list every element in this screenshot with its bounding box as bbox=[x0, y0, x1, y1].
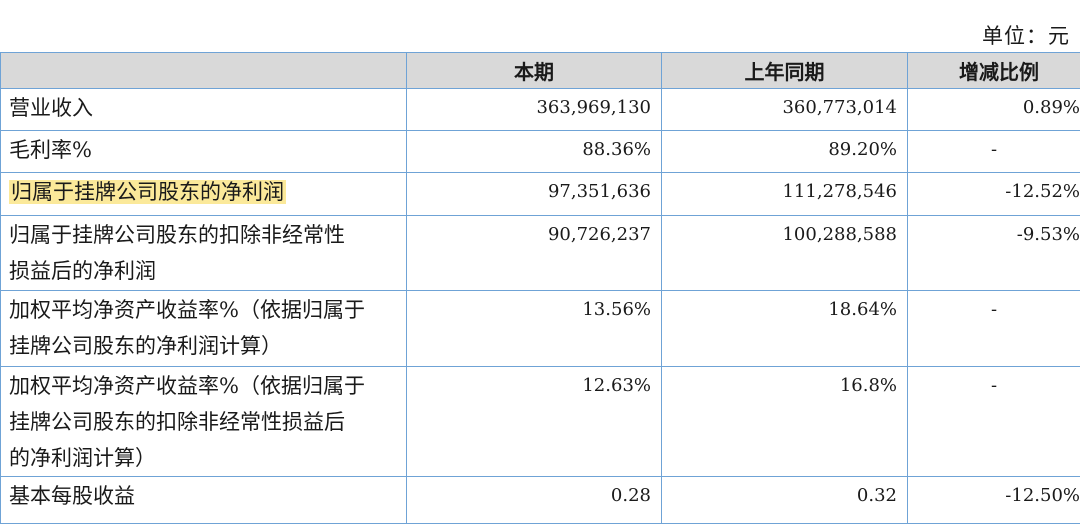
table-row: 加权平均净资产收益率%（依据归属于 挂牌公司股东的净利润计算） 13.56% 1… bbox=[1, 291, 1080, 367]
row-label-line: 加权平均净资产收益率%（依据归属于 bbox=[9, 292, 406, 328]
row-label-line: 挂牌公司股东的扣除非经常性损益后 bbox=[9, 404, 406, 440]
cell-previous: 89.20% bbox=[662, 131, 908, 173]
cell-current: 88.36% bbox=[407, 131, 662, 173]
cell-previous: 360,773,014 bbox=[662, 89, 908, 131]
row-label: 归属于挂牌公司股东的净利润 bbox=[1, 173, 407, 216]
cell-current: 12.63% bbox=[407, 367, 662, 477]
cell-previous: 18.64% bbox=[662, 291, 908, 367]
row-label-line: 损益后的净利润 bbox=[9, 253, 406, 289]
cell-change: -9.53% bbox=[908, 216, 1080, 291]
cell-current: 90,726,237 bbox=[407, 216, 662, 291]
row-label: 加权平均净资产收益率%（依据归属于 挂牌公司股东的扣除非经常性损益后 的净利润计… bbox=[1, 367, 407, 477]
table-row: 归属于挂牌公司股东的净利润 97,351,636 111,278,546 -12… bbox=[1, 173, 1080, 216]
header-item bbox=[1, 53, 407, 89]
header-previous-period: 上年同期 bbox=[662, 53, 908, 89]
row-label-line: 挂牌公司股东的净利润计算） bbox=[9, 328, 406, 364]
row-label-line: 归属于挂牌公司股东的扣除非经常性 bbox=[9, 217, 406, 253]
cell-current: 13.56% bbox=[407, 291, 662, 367]
header-change-ratio: 增减比例 bbox=[908, 53, 1080, 89]
cell-previous: 0.32 bbox=[662, 477, 908, 524]
header-row: 本期 上年同期 增减比例 bbox=[1, 53, 1080, 89]
row-label: 营业收入 bbox=[1, 89, 407, 131]
row-label: 加权平均净资产收益率%（依据归属于 挂牌公司股东的净利润计算） bbox=[1, 291, 407, 367]
row-label: 毛利率% bbox=[1, 131, 407, 173]
cell-change: - bbox=[908, 367, 1080, 477]
cell-current: 0.28 bbox=[407, 477, 662, 524]
cell-current: 363,969,130 bbox=[407, 89, 662, 131]
table-row: 归属于挂牌公司股东的扣除非经常性 损益后的净利润 90,726,237 100,… bbox=[1, 216, 1080, 291]
row-label-line: 加权平均净资产收益率%（依据归属于 bbox=[9, 368, 406, 404]
cell-change: - bbox=[908, 131, 1080, 173]
cell-change: - bbox=[908, 291, 1080, 367]
cell-previous: 16.8% bbox=[662, 367, 908, 477]
table-row: 毛利率% 88.36% 89.20% - bbox=[1, 131, 1080, 173]
table-row: 营业收入 363,969,130 360,773,014 0.89% bbox=[1, 89, 1080, 131]
cell-current: 97,351,636 bbox=[407, 173, 662, 216]
highlighted-label: 归属于挂牌公司股东的净利润 bbox=[9, 180, 286, 204]
financial-table: 本期 上年同期 增减比例 营业收入 363,969,130 360,773,01… bbox=[0, 52, 1080, 524]
cell-change: -12.52% bbox=[908, 173, 1080, 216]
cell-previous: 100,288,588 bbox=[662, 216, 908, 291]
row-label: 归属于挂牌公司股东的扣除非经常性 损益后的净利润 bbox=[1, 216, 407, 291]
unit-label: 单位：元 bbox=[982, 20, 1070, 50]
table-row: 加权平均净资产收益率%（依据归属于 挂牌公司股东的扣除非经常性损益后 的净利润计… bbox=[1, 367, 1080, 477]
cell-previous: 111,278,546 bbox=[662, 173, 908, 216]
row-label-line: 的净利润计算） bbox=[9, 440, 406, 476]
cell-change: -12.50% bbox=[908, 477, 1080, 524]
header-current-period: 本期 bbox=[407, 53, 662, 89]
table-row: 基本每股收益 0.28 0.32 -12.50% bbox=[1, 477, 1080, 524]
row-label: 基本每股收益 bbox=[1, 477, 407, 524]
cell-change: 0.89% bbox=[908, 89, 1080, 131]
